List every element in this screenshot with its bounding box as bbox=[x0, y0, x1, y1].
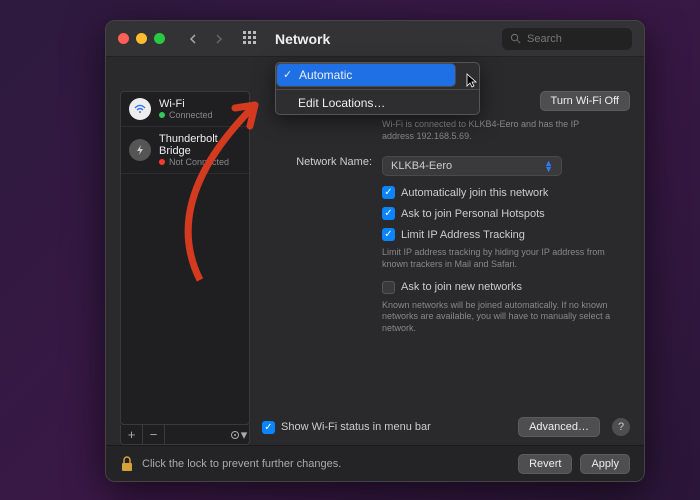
ask-hotspot-checkbox-row[interactable]: ✓ Ask to join Personal Hotspots bbox=[382, 207, 630, 220]
list-toolbar: + − ▾ bbox=[120, 425, 250, 445]
network-sidebar: Wi-Fi Connected Thunderbolt Bridge Not C… bbox=[120, 91, 250, 445]
back-button[interactable] bbox=[183, 29, 203, 49]
lock-text: Click the lock to prevent further change… bbox=[142, 458, 510, 470]
search-icon bbox=[510, 33, 521, 44]
mouse-cursor-icon bbox=[465, 72, 481, 88]
sidebar-item-thunderbolt[interactable]: Thunderbolt Bridge Not Connected bbox=[121, 127, 249, 174]
wifi-icon bbox=[129, 98, 151, 120]
search-field[interactable]: Search bbox=[502, 28, 632, 50]
help-button[interactable]: ? bbox=[612, 418, 630, 436]
advanced-button[interactable]: Advanced… bbox=[518, 417, 600, 437]
checkbox-checked-icon: ✓ bbox=[382, 228, 395, 241]
show-menubar-checkbox-label[interactable]: Show Wi-Fi status in menu bar bbox=[281, 421, 431, 433]
footer: Click the lock to prevent further change… bbox=[106, 445, 644, 481]
apply-button[interactable]: Apply bbox=[580, 454, 630, 474]
zoom-button[interactable] bbox=[154, 33, 165, 44]
limit-ip-checkbox-row[interactable]: ✓ Limit IP Address Tracking bbox=[382, 228, 630, 241]
checkmark-icon: ✓ bbox=[283, 68, 292, 81]
window-title: Network bbox=[275, 31, 330, 47]
main-panel: Status: Connected Turn Wi-Fi Off Wi-Fi i… bbox=[262, 91, 630, 445]
thunderbolt-icon bbox=[129, 139, 151, 161]
network-options-button[interactable]: ▾ bbox=[227, 425, 249, 444]
status-dot-icon bbox=[159, 159, 165, 165]
location-dropdown: ✓ Automatic Edit Locations… bbox=[275, 62, 480, 115]
minimize-button[interactable] bbox=[136, 33, 147, 44]
show-all-icon[interactable] bbox=[243, 31, 259, 47]
forward-button[interactable] bbox=[209, 29, 229, 49]
remove-network-button[interactable]: − bbox=[143, 425, 165, 444]
network-name-select[interactable]: KLKB4-Eero ▲▼ bbox=[382, 156, 562, 176]
network-name: Thunderbolt Bridge bbox=[159, 133, 241, 157]
checkbox-checked-icon: ✓ bbox=[382, 207, 395, 220]
location-option-automatic[interactable]: ✓ Automatic bbox=[276, 63, 456, 87]
turn-wifi-off-button[interactable]: Turn Wi-Fi Off bbox=[540, 91, 630, 111]
checkbox-checked-icon: ✓ bbox=[262, 421, 275, 434]
limit-ip-help-text: Limit IP address tracking by hiding your… bbox=[382, 247, 612, 270]
status-dot-icon bbox=[159, 112, 165, 118]
add-network-button[interactable]: + bbox=[121, 425, 143, 444]
network-name: Wi-Fi bbox=[159, 98, 213, 110]
auto-join-checkbox-row[interactable]: ✓ Automatically join this network bbox=[382, 186, 630, 199]
traffic-lights bbox=[118, 33, 165, 44]
checkbox-unchecked-icon bbox=[382, 281, 395, 294]
titlebar: Network Search bbox=[106, 21, 644, 57]
revert-button[interactable]: Revert bbox=[518, 454, 572, 474]
ask-new-checkbox-row[interactable]: Ask to join new networks bbox=[382, 281, 630, 294]
status-help-text: Wi-Fi is connected to KLKB4-Eero and has… bbox=[382, 119, 612, 142]
location-option-edit[interactable]: Edit Locations… bbox=[276, 92, 479, 114]
close-button[interactable] bbox=[118, 33, 129, 44]
search-placeholder: Search bbox=[527, 33, 562, 45]
chevron-updown-icon: ▲▼ bbox=[544, 160, 553, 172]
dropdown-separator bbox=[276, 89, 479, 90]
ask-new-help-text: Known networks will be joined automatica… bbox=[382, 300, 612, 335]
network-list: Wi-Fi Connected Thunderbolt Bridge Not C… bbox=[120, 91, 250, 425]
network-name-label: Network Name: bbox=[262, 156, 372, 176]
lock-icon[interactable] bbox=[120, 455, 134, 473]
sidebar-item-wifi[interactable]: Wi-Fi Connected bbox=[121, 92, 249, 127]
checkbox-checked-icon: ✓ bbox=[382, 186, 395, 199]
